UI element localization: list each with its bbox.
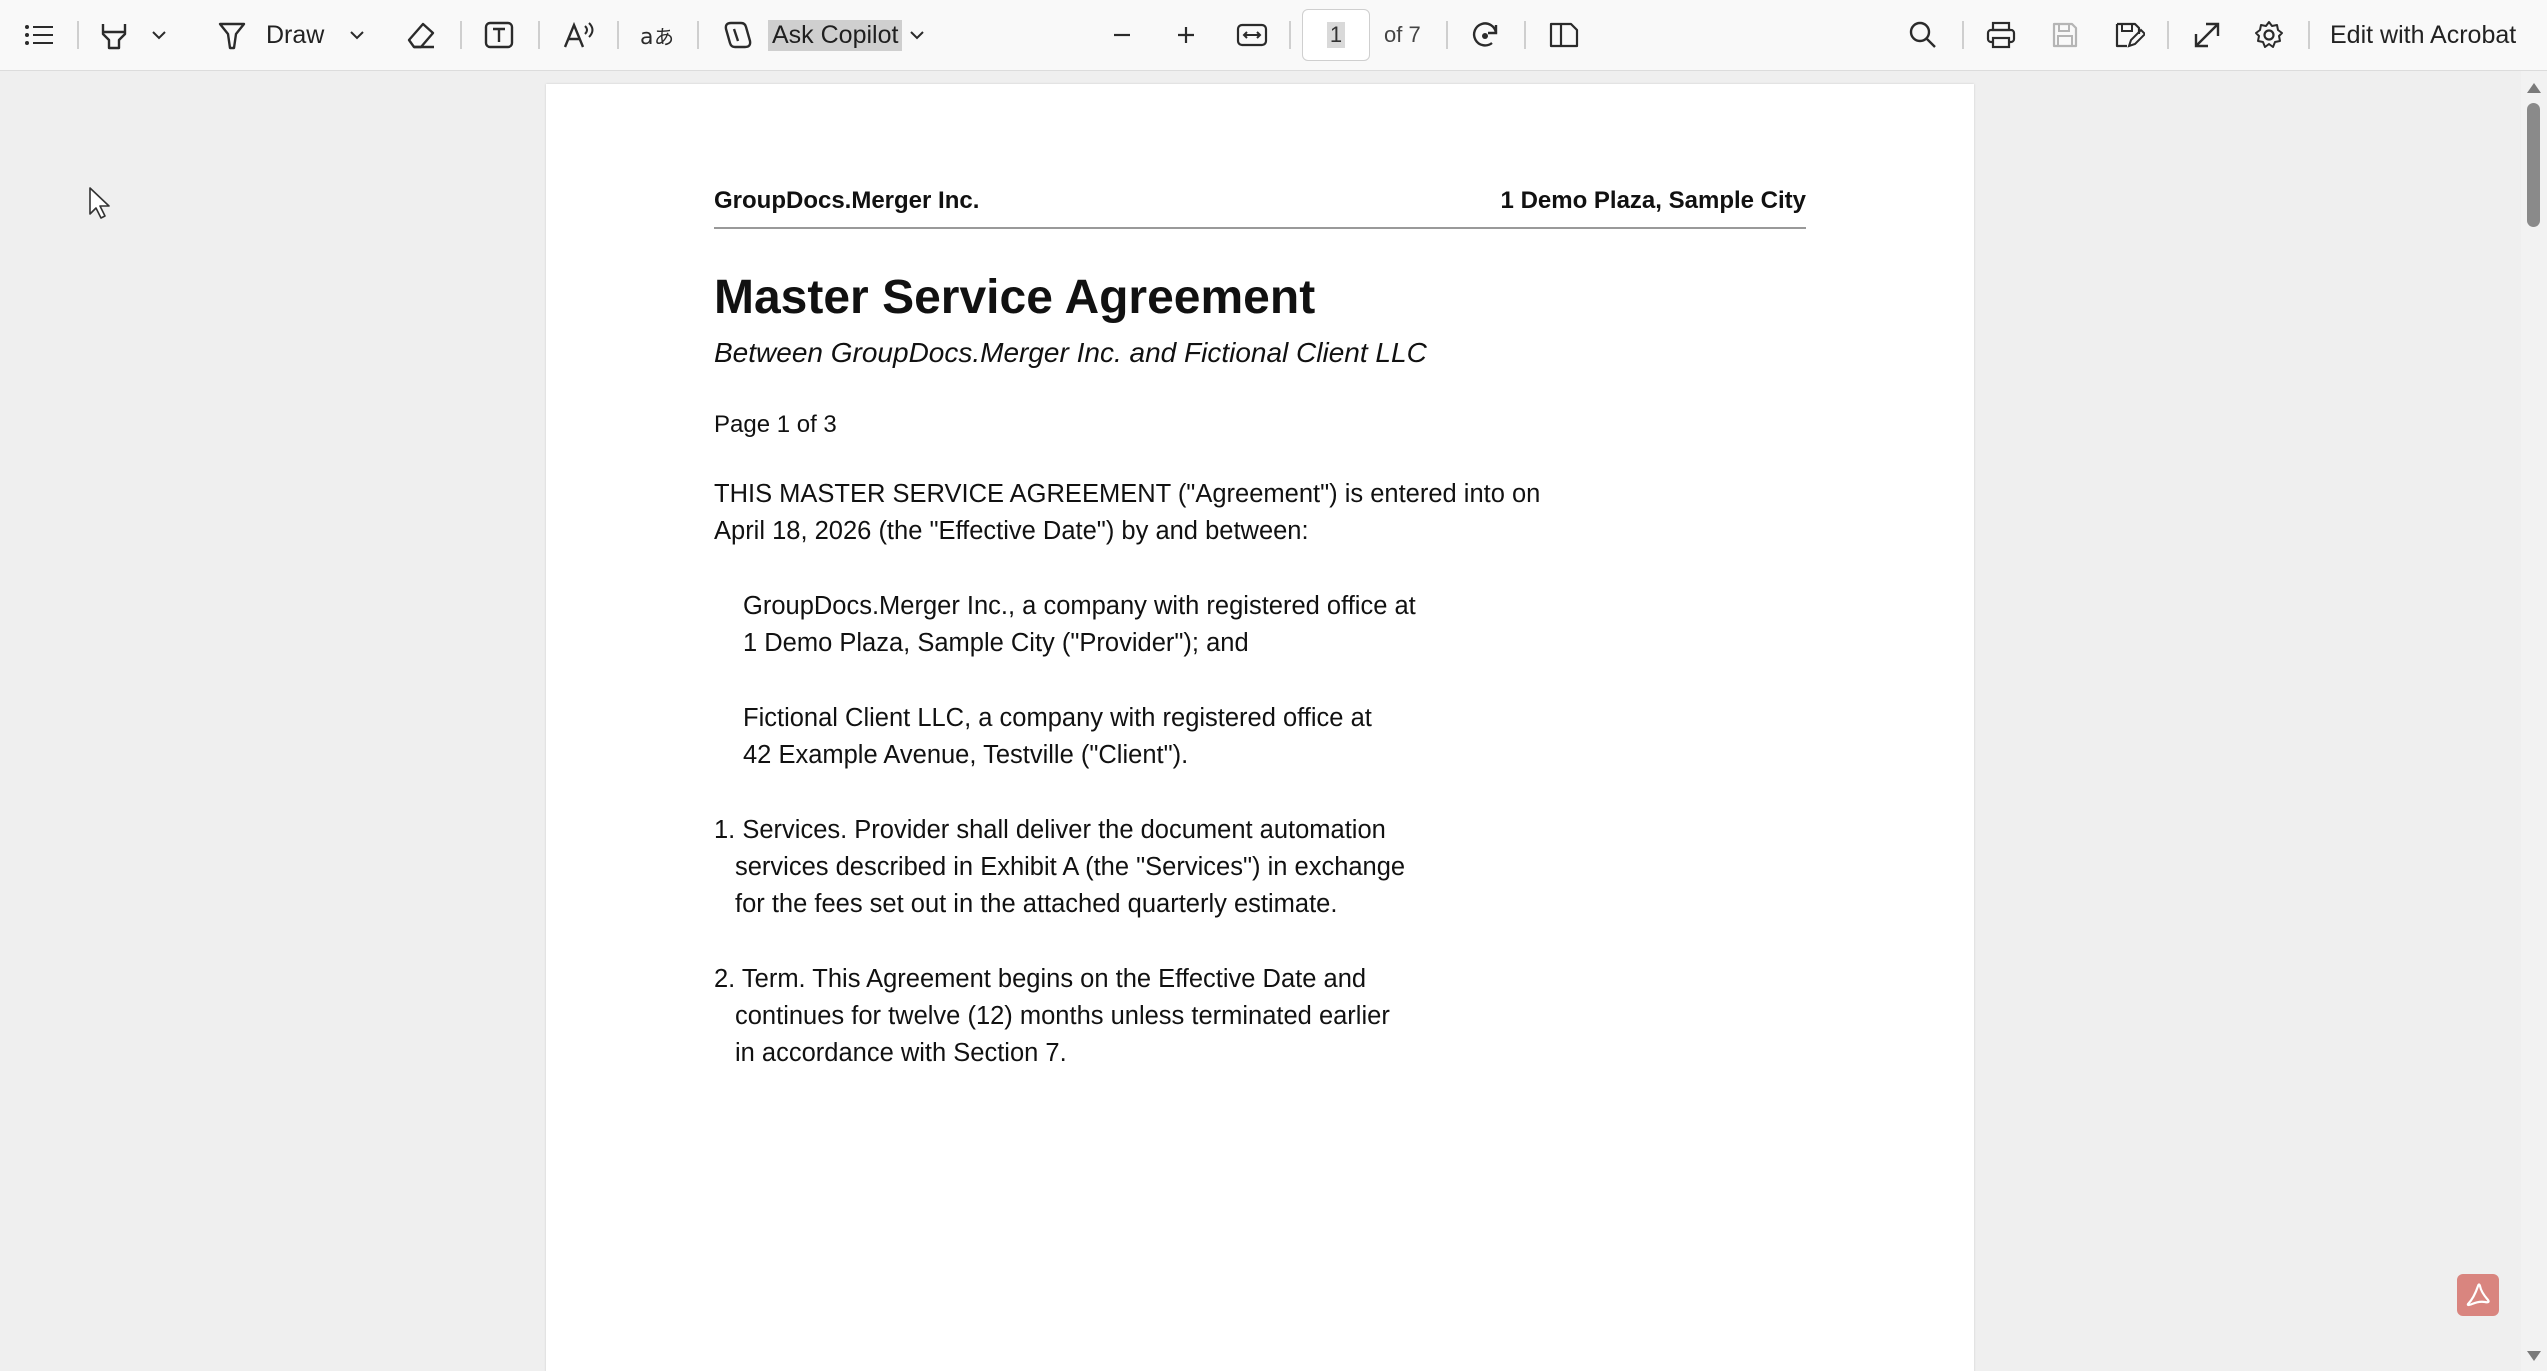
- page-total: of 7: [1384, 14, 1444, 56]
- current-page-value: 1: [1326, 22, 1346, 48]
- edit-with-acrobat-button[interactable]: Edit with Acrobat: [2330, 14, 2530, 56]
- draw-button[interactable]: Draw: [266, 14, 336, 56]
- page-number-input[interactable]: 1: [1302, 9, 1370, 61]
- toolbar-separator: [77, 21, 79, 49]
- intro-line: THIS MASTER SERVICE AGREEMENT ("Agreemen…: [714, 480, 1541, 508]
- draw-pen-icon[interactable]: [212, 14, 252, 56]
- header-company: GroupDocs.Merger Inc.: [714, 187, 980, 214]
- document-title: Master Service Agreement: [714, 271, 1316, 324]
- gear-icon[interactable]: [2248, 14, 2290, 56]
- translate-icon[interactable]: aあ: [635, 14, 679, 56]
- fit-width-icon[interactable]: [1230, 14, 1274, 56]
- plus-icon: [1178, 27, 1194, 43]
- party-client-line: Fictional Client LLC, a company with reg…: [743, 704, 1372, 732]
- search-icon[interactable]: [1902, 14, 1944, 56]
- clause-term-line: in accordance with Section 7.: [735, 1039, 1067, 1067]
- party-provider-line: 1 Demo Plaza, Sample City ("Provider"); …: [743, 629, 1249, 657]
- toolbar-separator: [697, 21, 699, 49]
- toolbar-separator: [2167, 21, 2169, 49]
- expand-icon[interactable]: [2186, 14, 2228, 56]
- print-icon[interactable]: [1980, 14, 2022, 56]
- ask-copilot-button[interactable]: Ask Copilot: [768, 14, 904, 56]
- header-rule: [714, 227, 1806, 229]
- clause-services-line: for the fees set out in the attached qua…: [735, 890, 1338, 918]
- page-total-label: of 7: [1384, 22, 1421, 47]
- highlight-options-chevron-down-icon[interactable]: [146, 14, 172, 56]
- ask-copilot-label: Ask Copilot: [768, 19, 903, 51]
- highlighter-icon[interactable]: [94, 14, 134, 56]
- draw-options-chevron-down-icon[interactable]: [344, 14, 370, 56]
- toolbar-separator: [617, 21, 619, 49]
- party-provider-line: GroupDocs.Merger Inc., a company with re…: [743, 592, 1416, 620]
- svg-text:a: a: [640, 25, 653, 50]
- clause-services-line: services described in Exhibit A (the "Se…: [735, 853, 1406, 881]
- edit-with-acrobat-label: Edit with Acrobat: [2330, 20, 2517, 49]
- eraser-icon[interactable]: [400, 14, 442, 56]
- party-client-line: 42 Example Avenue, Testville ("Client").: [743, 741, 1189, 769]
- acrobat-icon[interactable]: [2457, 1274, 2499, 1316]
- scroll-thumb[interactable]: [2527, 103, 2540, 227]
- document-page: GroupDocs.Merger Inc. 1 Demo Plaza, Samp…: [546, 84, 1974, 1371]
- page-label: Page 1 of 3: [714, 411, 837, 438]
- document-subtitle: Between GroupDocs.Merger Inc. and Fictio…: [714, 337, 1427, 368]
- mouse-cursor-icon: [88, 186, 112, 225]
- read-aloud-icon[interactable]: [558, 14, 600, 56]
- save-icon[interactable]: [2044, 14, 2086, 56]
- intro-line: April 18, 2026 (the "Effective Date") by…: [714, 517, 1309, 545]
- save-as-icon[interactable]: [2108, 14, 2150, 56]
- page-view-icon[interactable]: [1542, 14, 1586, 56]
- rotate-icon[interactable]: [1464, 14, 1506, 56]
- toolbar-separator: [1289, 21, 1291, 49]
- header-address: 1 Demo Plaza, Sample City: [1500, 187, 1806, 214]
- toolbar-separator: [460, 21, 462, 49]
- list-icon[interactable]: [18, 14, 60, 56]
- toolbar: Draw aあ Ask Copilot 1 of 7 Edit with Acr…: [0, 0, 2547, 71]
- copilot-options-chevron-down-icon[interactable]: [904, 14, 930, 56]
- toolbar-separator: [1962, 21, 1964, 49]
- zoom-in-button[interactable]: [1166, 14, 1206, 56]
- toolbar-separator: [1524, 21, 1526, 49]
- scroll-down-arrow-icon[interactable]: [2527, 1351, 2541, 1361]
- copilot-icon[interactable]: [716, 14, 760, 56]
- toolbar-separator: [2308, 21, 2310, 49]
- zoom-out-button[interactable]: [1102, 14, 1142, 56]
- minus-icon: [1114, 33, 1130, 37]
- toolbar-separator: [1446, 21, 1448, 49]
- clause-services-line: 1. Services. Provider shall deliver the …: [714, 816, 1386, 844]
- scroll-up-arrow-icon[interactable]: [2527, 83, 2541, 93]
- clause-term-line: continues for twelve (12) months unless …: [735, 1002, 1390, 1030]
- vertical-scrollbar[interactable]: [2521, 71, 2547, 1371]
- svg-text:あ: あ: [654, 25, 674, 49]
- clause-term-line: 2. Term. This Agreement begins on the Ef…: [714, 965, 1367, 993]
- toolbar-separator: [538, 21, 540, 49]
- pdf-viewer-window: Draw aあ Ask Copilot 1 of 7 Edit with Acr…: [0, 0, 2547, 1371]
- text-box-icon[interactable]: [478, 14, 520, 56]
- draw-label: Draw: [266, 20, 325, 49]
